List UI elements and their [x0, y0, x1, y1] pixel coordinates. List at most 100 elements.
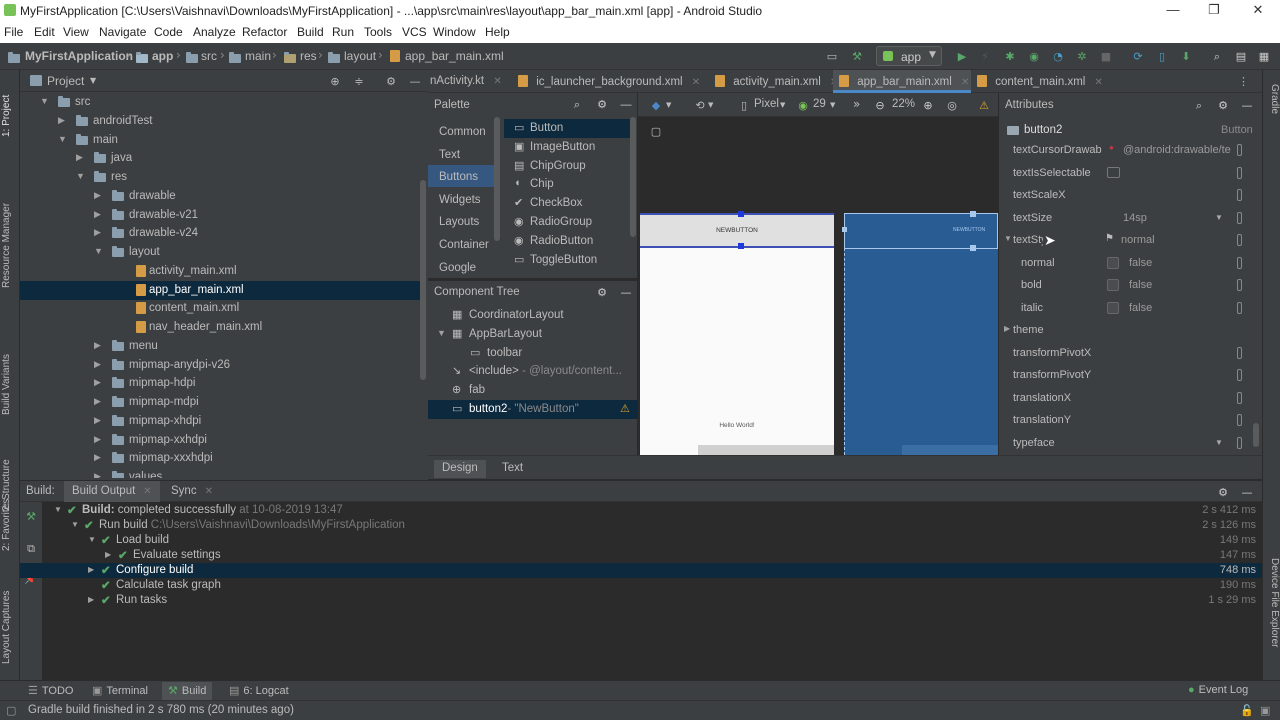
make-project-hammer-icon[interactable]: ⚒ [849, 48, 865, 64]
tool-tab-device-file-explorer[interactable]: Device File Explorer [1264, 558, 1280, 676]
palette-item[interactable]: ▭ ToggleButton [504, 251, 632, 270]
component-tree-item[interactable]: ↘ <include> - @layout/content... [428, 362, 638, 381]
search-icon[interactable]: ⌕ [1209, 48, 1225, 64]
menu-build[interactable]: Build [297, 25, 324, 39]
attribute-row[interactable]: ▼textStyle ⚑ normal [999, 229, 1261, 251]
attribute-row[interactable]: textCursorDrawab ● @android:drawable/te [999, 139, 1261, 161]
expand-arrow-icon[interactable]: ▶ [94, 209, 101, 220]
palette-item[interactable]: ◉ RadioGroup [504, 213, 632, 232]
component-id[interactable]: button2 [1024, 124, 1062, 136]
breadcrumb-project[interactable]: MyFirstApplication [25, 49, 133, 63]
project-tree-item[interactable]: ▶ mipmap-mdpi [20, 393, 420, 412]
project-view-select[interactable]: Project [47, 74, 84, 88]
edit-attribute-icon[interactable] [1237, 234, 1242, 246]
palette-category[interactable]: Text [428, 143, 500, 165]
tool-tab-layout-captures[interactable]: Layout Captures [1, 580, 19, 675]
menu-tools[interactable]: Tools [364, 25, 392, 39]
tool-tab-gradle[interactable]: Gradle [1264, 84, 1280, 134]
run-icon[interactable]: ▶ [954, 48, 970, 64]
attach-debugger-icon[interactable]: ✲ [1074, 48, 1090, 64]
checkbox[interactable] [1107, 279, 1119, 291]
attribute-row[interactable]: bold false [999, 274, 1261, 296]
gear-icon[interactable]: ⚙ [383, 73, 399, 89]
blueprint-button[interactable]: NEWBUTTON [844, 213, 998, 249]
search-icon[interactable]: ⌕ [569, 97, 585, 113]
lock-icon[interactable]: 🔓 [1240, 704, 1254, 717]
zoom-out-icon[interactable]: ⊖ [872, 97, 888, 113]
design-canvas[interactable]: ▢ NEWBUTTON Hello World! NEWBUTTON [638, 117, 998, 455]
breadcrumb-main[interactable]: main [245, 49, 271, 63]
close-tab-icon[interactable]: ✕ [692, 77, 700, 88]
close-tab-icon[interactable]: ✕ [961, 77, 969, 88]
blueprint-surface[interactable]: NEWBUTTON [842, 211, 998, 455]
chevron-down-icon[interactable]: ▼ [1215, 213, 1223, 222]
palette-items-scrollbar[interactable] [630, 117, 636, 237]
expand-arrow-icon[interactable]: ▼ [54, 505, 62, 514]
device-icon[interactable]: ▯ [736, 97, 752, 113]
attributes-scrollbar[interactable] [1253, 423, 1259, 447]
expand-arrow-icon[interactable]: ▼ [76, 171, 85, 181]
run-config-select[interactable]: app ▼ [876, 46, 942, 66]
edit-attribute-icon[interactable] [1237, 166, 1242, 179]
expand-arrow-icon[interactable]: ▶ [94, 227, 101, 238]
attribute-value[interactable]: @android:drawable/te [1123, 144, 1231, 156]
chevron-down-icon[interactable]: ▼ [1215, 438, 1223, 447]
editor-tab[interactable]: content_main.xml ✕ [972, 70, 1103, 93]
event-icon[interactable]: ▣ [1260, 704, 1270, 717]
close-tab-icon[interactable]: ✕ [205, 486, 213, 497]
debug-icon[interactable]: ✱ [1002, 48, 1018, 64]
breadcrumb-res[interactable]: res [300, 49, 317, 63]
menu-edit[interactable]: Edit [34, 25, 55, 39]
project-tree-item[interactable]: ▶ mipmap-hdpi [20, 374, 420, 393]
build-tree-item[interactable]: ▼ ✔ Load build 149 ms [20, 533, 1262, 548]
expand-arrow-icon[interactable]: ▶ [94, 359, 101, 370]
gear-icon[interactable]: ⚙ [1215, 97, 1231, 113]
toggle-icon[interactable] [1107, 166, 1120, 178]
expand-arrow-icon[interactable]: ▼ [40, 96, 49, 106]
sdk-manager-icon[interactable]: ⬇ [1178, 48, 1194, 64]
build-tree-item[interactable]: ▼ ✔ Build: completed successfully at 10-08… [20, 503, 1262, 518]
menu-run[interactable]: Run [332, 25, 354, 39]
attribute-row[interactable]: transformPivotY [999, 364, 1261, 386]
menu-code[interactable]: Code [154, 25, 183, 39]
resize-handle[interactable] [738, 211, 744, 217]
project-scrollbar[interactable] [420, 180, 426, 380]
new-button-preview[interactable]: NEWBUTTON [640, 213, 834, 248]
project-tree-item[interactable]: ▶ values [20, 468, 420, 478]
attribute-row[interactable]: textScaleX [999, 184, 1261, 206]
edit-attribute-icon[interactable] [1237, 189, 1242, 201]
attribute-row[interactable]: normal false [999, 252, 1261, 274]
settings-icon[interactable]: ▦ [1256, 48, 1272, 64]
expand-arrow-icon[interactable]: ▶ [94, 452, 101, 463]
expand-arrow-icon[interactable]: ▼ [94, 246, 103, 256]
expand-arrow-icon[interactable]: ▶ [88, 595, 94, 604]
project-tree-item[interactable]: ▶ mipmap-xxhdpi [20, 431, 420, 450]
tool-tab-project[interactable]: 1: Project [1, 76, 19, 156]
warning-icon[interactable]: ⚠ [620, 402, 630, 415]
attribute-value[interactable]: 14sp [1123, 212, 1147, 224]
chevron-down-icon[interactable]: ▼ [780, 101, 785, 109]
breadcrumb-file[interactable]: app_bar_main.xml [405, 49, 504, 63]
tab-build-output[interactable]: Build Output ✕ [64, 481, 160, 502]
tool-tab-todo[interactable]: ☰ TODO [28, 684, 73, 697]
menu-refactor[interactable]: Refactor [242, 25, 287, 39]
project-tree-item[interactable]: ▼ layout [20, 243, 420, 262]
close-tab-icon[interactable]: ✕ [1095, 77, 1103, 88]
project-tree-item[interactable]: ▶ mipmap-anydpi-v26 [20, 356, 420, 375]
edit-attribute-icon[interactable] [1237, 346, 1242, 359]
layers-icon[interactable]: ◆ [648, 97, 664, 113]
zoom-in-icon[interactable]: ⊕ [920, 97, 936, 113]
menu-navigate[interactable]: Navigate [99, 25, 146, 39]
run-with-coverage-icon[interactable]: ◉ [1026, 48, 1042, 64]
attribute-row[interactable]: translationX [999, 387, 1261, 409]
hide-panel-icon[interactable]: — [1239, 484, 1255, 500]
collapse-all-icon[interactable]: ≑ [351, 73, 367, 89]
palette-item[interactable]: ◖ Chip [504, 175, 632, 194]
expand-arrow-icon[interactable]: ▶ [88, 565, 94, 574]
palette-category[interactable]: Layouts [428, 210, 500, 232]
profile-icon[interactable]: ◔ [1050, 48, 1066, 64]
apply-changes-icon[interactable]: ⚡ [977, 48, 993, 64]
breadcrumb-src[interactable]: src [201, 49, 217, 63]
attribute-row[interactable]: textIsSelectable [999, 162, 1261, 184]
menu-analyze[interactable]: Analyze [193, 25, 236, 39]
